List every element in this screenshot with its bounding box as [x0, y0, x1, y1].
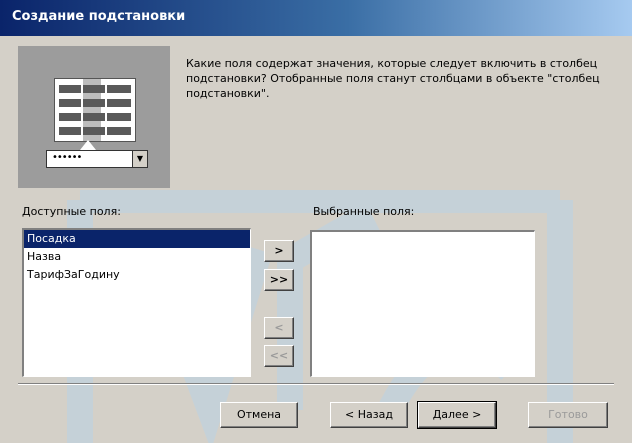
wizard-description: Какие поля содержат значения, которые сл… [186, 57, 600, 100]
list-item[interactable]: Назва [24, 248, 250, 266]
table-divider-graphic [81, 79, 83, 141]
add-all-fields-button[interactable]: >> [264, 269, 294, 291]
cancel-button[interactable]: Отмена [220, 402, 298, 428]
pointer-icon [80, 140, 96, 150]
chevron-down-icon: ▼ [132, 151, 147, 167]
available-fields-list[interactable]: Посадка Назва ТарифЗаГодину [22, 228, 251, 377]
wizard-illustration: •••••• ▼ [18, 46, 170, 188]
back-button[interactable]: < Назад [330, 402, 408, 428]
table-row-graphic [59, 127, 131, 135]
add-field-button[interactable]: > [264, 240, 294, 262]
remove-field-button[interactable]: < [264, 317, 294, 339]
combo-placeholder: •••••• [52, 152, 82, 163]
table-row-graphic [59, 113, 131, 121]
table-icon [54, 78, 136, 142]
combo-box-icon: •••••• ▼ [46, 150, 148, 168]
title-bar: Создание подстановки [0, 0, 632, 36]
table-row-graphic [59, 99, 131, 107]
table-row-graphic [59, 85, 131, 93]
next-button[interactable]: Далее > [417, 401, 497, 429]
remove-all-fields-button[interactable]: << [264, 345, 294, 367]
finish-button[interactable]: Готово [528, 402, 608, 428]
selected-fields-label: Выбранные поля: [313, 205, 415, 218]
list-item[interactable]: ТарифЗаГодину [24, 266, 250, 284]
available-fields-label: Доступные поля: [22, 205, 121, 218]
selected-fields-list[interactable] [310, 230, 535, 377]
list-item[interactable]: Посадка [24, 230, 250, 248]
table-divider-graphic [105, 79, 107, 141]
footer-separator [18, 383, 614, 385]
window-title: Создание подстановки [12, 9, 186, 24]
